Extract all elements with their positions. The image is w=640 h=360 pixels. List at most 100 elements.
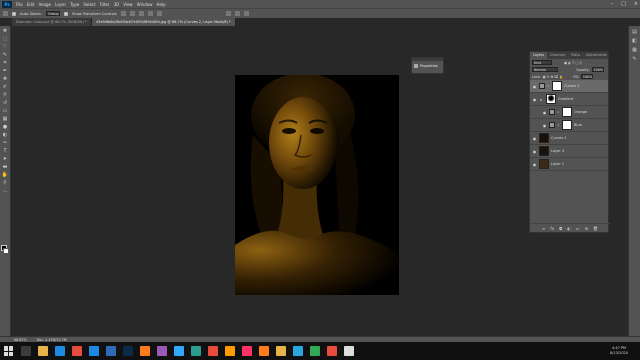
- menu-edit[interactable]: Edit: [27, 2, 35, 7]
- trash-icon[interactable]: 🗑: [593, 226, 598, 231]
- distribute-icon[interactable]: [156, 11, 162, 16]
- zoom-icon[interactable]: ⚲: [2, 180, 9, 186]
- layer-row-gradient[interactable]: ◉ ▸ Gradient: [530, 93, 608, 106]
- menu-layer[interactable]: Layer: [55, 2, 66, 7]
- visibility-eye-icon[interactable]: ◉: [532, 97, 537, 102]
- close-icon[interactable]: ×: [634, 1, 638, 7]
- crop-icon[interactable]: ⌗: [2, 60, 9, 66]
- layer-name[interactable]: Curves 1: [551, 136, 567, 140]
- photoshop-logo[interactable]: Ps: [2, 0, 12, 8]
- move-tool-preset-icon[interactable]: [3, 11, 8, 16]
- pen-icon[interactable]: ✑: [2, 140, 9, 146]
- visibility-eye-icon[interactable]: ◉: [532, 136, 537, 141]
- brush-icon[interactable]: ✐: [2, 84, 9, 90]
- taskbar-app-icon[interactable]: [293, 346, 303, 356]
- maximize-icon[interactable]: □: [621, 1, 626, 7]
- taskbar-app-icon[interactable]: [191, 346, 201, 356]
- history-icon[interactable]: ▤: [631, 29, 638, 35]
- distribute-icon[interactable]: [147, 11, 153, 16]
- taskbar-app-icon[interactable]: [259, 346, 269, 356]
- mask-icon[interactable]: ◘: [559, 226, 562, 231]
- menu-help[interactable]: Help: [156, 2, 165, 7]
- menu-select[interactable]: Select: [83, 2, 95, 7]
- fx-icon[interactable]: fx: [550, 226, 554, 231]
- layer-name[interactable]: Curves 2: [564, 84, 580, 88]
- layer-name[interactable]: Blue: [574, 123, 582, 127]
- align-icon[interactable]: [138, 11, 144, 16]
- menu-image[interactable]: Image: [38, 2, 51, 7]
- taskbar-app-icon[interactable]: [174, 346, 184, 356]
- tab-layers[interactable]: Layers: [530, 52, 547, 59]
- menu-filter[interactable]: Filter: [100, 2, 110, 7]
- transform-controls-checkbox[interactable]: [64, 11, 69, 16]
- layer-row-curves-1[interactable]: ◉ Curves 1: [530, 132, 608, 145]
- eraser-icon[interactable]: ▭: [2, 108, 9, 114]
- color-icon[interactable]: ◧: [631, 38, 638, 44]
- visibility-eye-icon[interactable]: ◉: [542, 123, 547, 128]
- layer-name[interactable]: Gradient: [558, 97, 573, 101]
- tab-active-document[interactable]: 43e90fb6a3fb5f2b4f7c0f54f69440fd.jpg @ 6…: [91, 18, 236, 26]
- align-icon[interactable]: [120, 11, 126, 16]
- taskbar-app-icon[interactable]: [89, 346, 99, 356]
- layer-name[interactable]: Orange: [574, 110, 587, 114]
- menu-3d[interactable]: 3D: [114, 2, 120, 7]
- tab-paths[interactable]: Paths: [568, 52, 583, 59]
- menu-file[interactable]: File: [16, 2, 23, 7]
- stamp-icon[interactable]: ⚲: [2, 92, 9, 98]
- adjustment-icon[interactable]: ◐: [567, 226, 571, 231]
- tab-adjustments[interactable]: Adjustments: [583, 52, 610, 59]
- new-layer-icon[interactable]: ⊞: [585, 226, 588, 231]
- opacity-field[interactable]: 100%: [591, 67, 604, 72]
- layer-thumbnail[interactable]: [539, 133, 549, 143]
- layer-name[interactable]: Layer 1: [551, 162, 564, 166]
- 3d-mode-icon[interactable]: [234, 11, 240, 16]
- document-canvas[interactable]: [235, 75, 399, 295]
- auto-select-dropdown[interactable]: Group: [46, 11, 61, 16]
- taskbar-app-icon[interactable]: [157, 346, 167, 356]
- blend-mode-dropdown[interactable]: Normal: [532, 67, 558, 72]
- document-size[interactable]: Doc: 2.47M/15.7M: [37, 338, 67, 342]
- windows-start-icon[interactable]: [4, 346, 14, 356]
- gradient-icon[interactable]: ▦: [2, 116, 9, 122]
- layer-mask-thumbnail[interactable]: [562, 120, 572, 130]
- visibility-eye-icon[interactable]: ◉: [532, 162, 537, 167]
- taskbar-app-icon[interactable]: [327, 346, 337, 356]
- eyedropper-icon[interactable]: ✒: [2, 68, 9, 74]
- lock-icons[interactable]: ▦ ✎ ✥ ⌧ 🔒: [543, 75, 564, 79]
- taskbar-app-icon[interactable]: [55, 346, 65, 356]
- layer-row-layer-4[interactable]: ◉ Layer 4: [530, 145, 608, 158]
- tab-channels[interactable]: Channels: [547, 52, 568, 59]
- path-select-icon[interactable]: ➤: [2, 156, 9, 162]
- lasso-icon[interactable]: ➰: [2, 44, 9, 50]
- healing-icon[interactable]: ✚: [2, 76, 9, 82]
- visibility-eye-icon[interactable]: ◉: [542, 110, 547, 115]
- background-color-swatch[interactable]: [3, 248, 9, 254]
- visibility-eye-icon[interactable]: ◉: [532, 84, 537, 89]
- taskbar-app-icon[interactable]: [140, 346, 150, 356]
- taskbar-app-icon[interactable]: [344, 346, 354, 356]
- folder-icon[interactable]: ▸: [539, 97, 544, 102]
- layer-mask-thumbnail[interactable]: [552, 81, 562, 91]
- taskbar-clock[interactable]: 4:47 PM 8/13/2020: [610, 346, 628, 356]
- filter-icons[interactable]: ▣ ◐ T ▢ ⎘: [564, 61, 582, 65]
- taskbar-app-icon[interactable]: [106, 346, 116, 356]
- zoom-level[interactable]: 66.67%: [14, 338, 27, 342]
- swatches-icon[interactable]: ▦: [631, 47, 638, 53]
- link-icon[interactable]: ∞: [542, 226, 545, 231]
- blur-icon[interactable]: ●: [2, 124, 9, 130]
- folder-icon[interactable]: ▭: [576, 226, 580, 231]
- layer-row-curves-2[interactable]: ◉ ∞ Curves 2: [530, 80, 608, 93]
- menu-window[interactable]: Window: [137, 2, 153, 7]
- layer-filter-dropdown[interactable]: Kind: [532, 60, 552, 65]
- quick-select-icon[interactable]: ✎: [2, 52, 9, 58]
- layer-row-orange[interactable]: ◉ ∞ Orange: [530, 106, 608, 119]
- type-icon[interactable]: T: [2, 148, 9, 154]
- marquee-icon[interactable]: ⬚: [2, 36, 9, 42]
- menu-view[interactable]: View: [123, 2, 133, 7]
- taskbar-app-icon[interactable]: [208, 346, 218, 356]
- layer-thumbnail[interactable]: [539, 159, 549, 169]
- layer-mask-thumbnail[interactable]: [546, 94, 556, 104]
- fill-field[interactable]: 100%: [580, 74, 594, 79]
- brushes-icon[interactable]: ✎: [631, 56, 638, 62]
- layer-row-blue[interactable]: ◉ ∞ Blue: [530, 119, 608, 132]
